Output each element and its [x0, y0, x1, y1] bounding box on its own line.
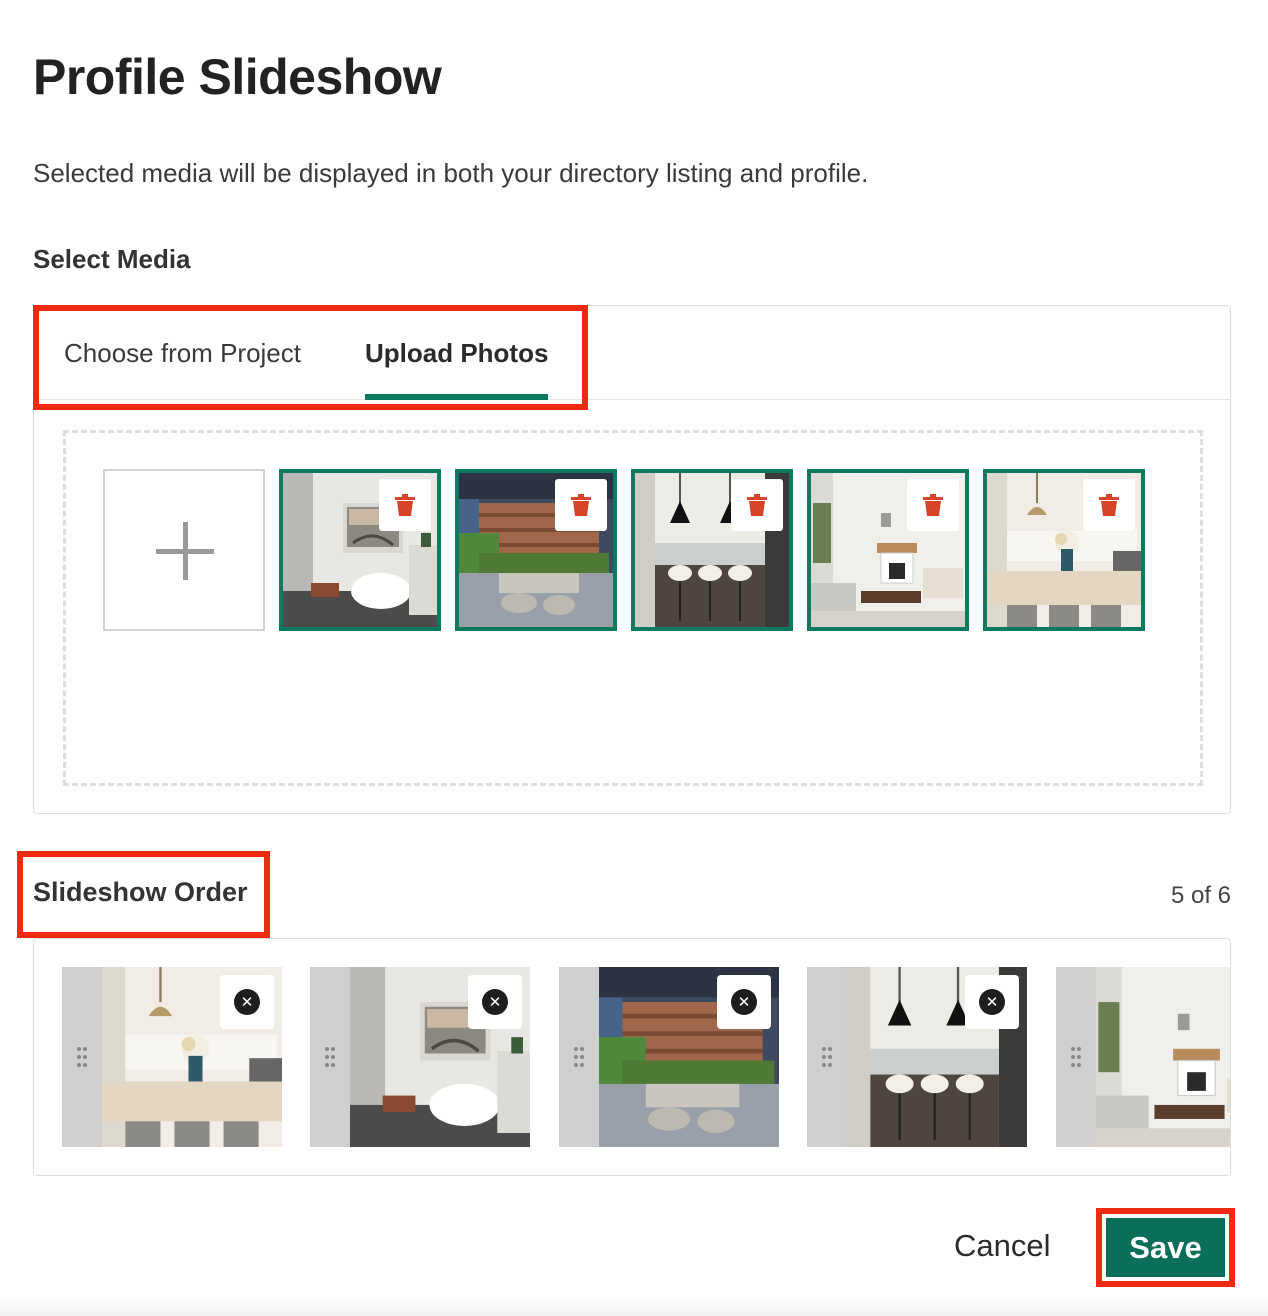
- slideshow-count: 5 of 6: [1170, 882, 1231, 909]
- delete-photo-button[interactable]: [907, 479, 959, 531]
- slideshow-item-kitchen-island[interactable]: ✕: [62, 967, 282, 1147]
- close-circle-icon: ✕: [731, 989, 757, 1015]
- trash-icon: [747, 494, 767, 516]
- delete-photo-button[interactable]: [379, 479, 431, 531]
- slideshow-item-image: [1096, 967, 1230, 1147]
- drag-handle[interactable]: [807, 967, 847, 1147]
- remove-from-slideshow-button[interactable]: ✕: [965, 975, 1019, 1029]
- order-label-highlight-annotation: [17, 851, 270, 938]
- drag-handle[interactable]: [310, 967, 350, 1147]
- drag-handle-icon: [325, 1047, 335, 1067]
- slideshow-item-living-room[interactable]: [1056, 967, 1230, 1147]
- uploaded-photo-patio[interactable]: [455, 469, 617, 631]
- remove-from-slideshow-button[interactable]: ✕: [220, 975, 274, 1029]
- tabs-highlight-annotation: [33, 305, 588, 410]
- add-photo-button[interactable]: [103, 469, 265, 631]
- cancel-button[interactable]: Cancel: [954, 1228, 1051, 1264]
- drag-handle[interactable]: [1056, 967, 1096, 1147]
- uploaded-photo-living-room[interactable]: [807, 469, 969, 631]
- drag-handle-icon: [574, 1047, 584, 1067]
- bottom-edge: [0, 1296, 1268, 1316]
- upload-dropzone[interactable]: [63, 430, 1203, 786]
- drag-handle-icon: [822, 1047, 832, 1067]
- delete-photo-button[interactable]: [555, 479, 607, 531]
- uploaded-photo-kitchen-island[interactable]: [983, 469, 1145, 631]
- trash-icon: [923, 494, 943, 516]
- close-circle-icon: ✕: [234, 989, 260, 1015]
- delete-photo-button[interactable]: [1083, 479, 1135, 531]
- uploaded-photo-kitchen-pendants[interactable]: [631, 469, 793, 631]
- save-button[interactable]: Save: [1106, 1218, 1225, 1277]
- page-description: Selected media will be displayed in both…: [33, 158, 869, 188]
- uploaded-photo-bathroom[interactable]: [279, 469, 441, 631]
- drag-handle-icon: [1071, 1047, 1081, 1067]
- close-circle-icon: ✕: [979, 989, 1005, 1015]
- drag-handle-icon: [77, 1047, 87, 1067]
- close-circle-icon: ✕: [482, 989, 508, 1015]
- trash-icon: [395, 494, 415, 516]
- slideshow-item-kitchen-pendants[interactable]: ✕: [807, 967, 1027, 1147]
- remove-from-slideshow-button[interactable]: ✕: [468, 975, 522, 1029]
- trash-icon: [1099, 494, 1119, 516]
- slideshow-order-panel: ✕ ✕ ✕ ✕: [33, 938, 1231, 1176]
- delete-photo-button[interactable]: [731, 479, 783, 531]
- drag-handle[interactable]: [62, 967, 102, 1147]
- page-title: Profile Slideshow: [33, 49, 442, 105]
- drag-handle[interactable]: [559, 967, 599, 1147]
- slideshow-item-bathroom[interactable]: ✕: [310, 967, 530, 1147]
- remove-from-slideshow-button[interactable]: ✕: [717, 975, 771, 1029]
- slideshow-item-patio[interactable]: ✕: [559, 967, 779, 1147]
- select-media-label: Select Media: [33, 244, 191, 274]
- trash-icon: [571, 494, 591, 516]
